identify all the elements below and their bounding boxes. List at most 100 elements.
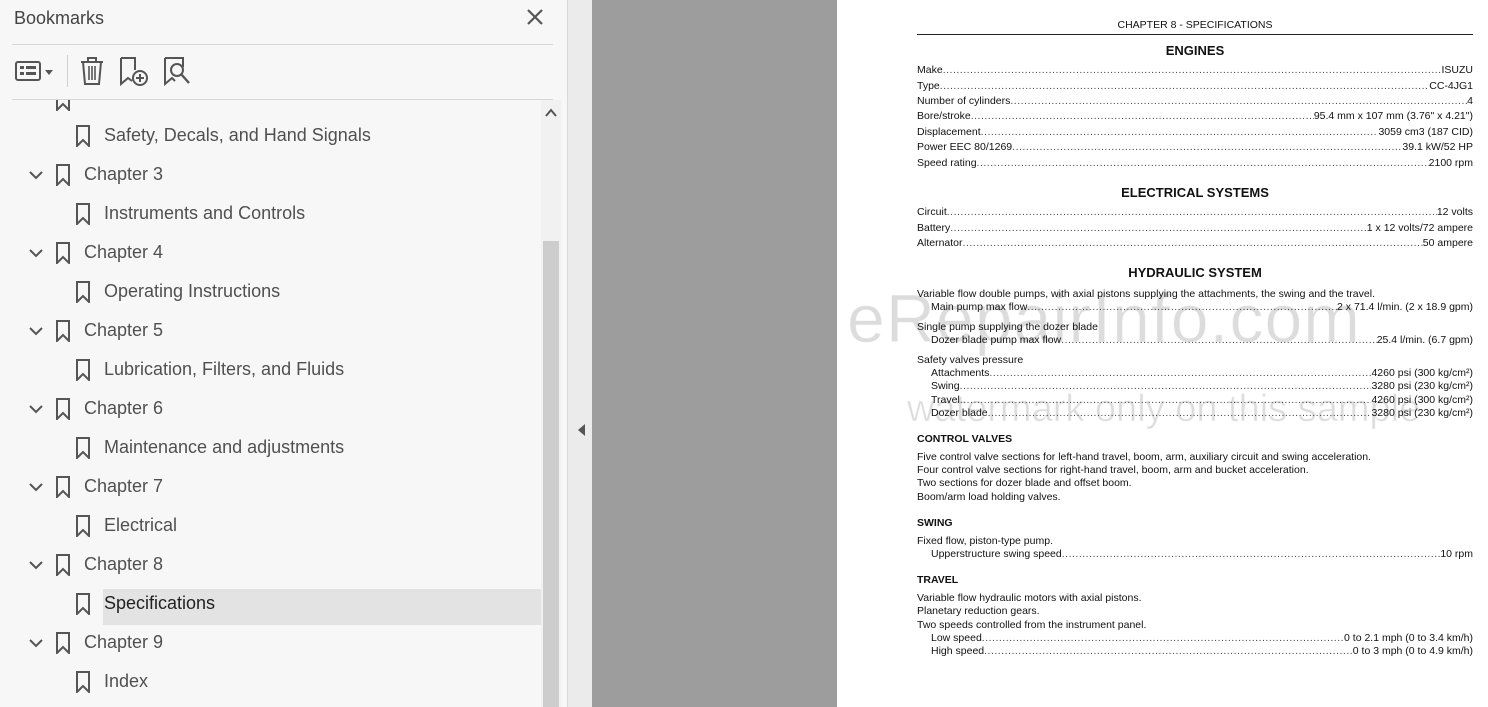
bookmark-item[interactable]: Safety, Decals, and Hand Signals: [0, 118, 541, 154]
bookmark-label: Lubrication, Filters, and Fluids: [104, 359, 345, 379]
spec-row: Upperstructure swing speed 10 rpm: [917, 548, 1473, 561]
bookmark-tree: Safety, Decals, and Hand Signals Chapter…: [0, 100, 541, 707]
spec-key: High speed: [931, 645, 985, 657]
bookmark-item[interactable]: Operating Instructions: [0, 274, 541, 310]
spec-value: 3059 cm3 (187 CID): [1378, 126, 1473, 138]
bookmark-icon: [56, 398, 70, 420]
bookmark-item[interactable]: Chapter 6: [0, 391, 541, 427]
bookmark-icon: [76, 359, 90, 381]
dot-leader: [1062, 548, 1441, 561]
control-valves-line: Two sections for dozer blade and offset …: [917, 477, 1132, 489]
chevron-down-icon[interactable]: [27, 556, 45, 574]
spec-key: Travel: [931, 394, 960, 406]
collapse-panel-icon[interactable]: [576, 423, 586, 437]
scrollbar-thumb[interactable]: [543, 241, 559, 707]
bookmark-label: Electrical: [104, 515, 178, 535]
spec-key: Make: [917, 64, 943, 76]
dot-leader: [977, 157, 1429, 170]
bookmark-item[interactable]: Index: [0, 664, 541, 700]
spec-row: Swing 3280 psi (230 kg/cm²): [917, 380, 1473, 393]
bookmark-label: Chapter 7: [84, 476, 164, 496]
spec-row: Number of cylinders 4: [917, 95, 1473, 108]
bookmark-scrollbar[interactable]: [541, 100, 561, 707]
bookmark-label: Chapter 3: [84, 164, 164, 184]
spec-key: Speed rating: [917, 157, 977, 169]
spec-row: Dozer blade 3280 psi (230 kg/cm²): [917, 407, 1473, 420]
chevron-down-icon[interactable]: [27, 322, 45, 340]
bookmark-label: Index: [104, 671, 149, 691]
delete-bookmark-button[interactable]: [78, 54, 106, 88]
chevron-down-icon[interactable]: [27, 166, 45, 184]
spec-key: Type: [917, 80, 940, 92]
control-valves-line: Five control valve sections for left-han…: [917, 451, 1372, 463]
bookmark-label: Instruments and Controls: [104, 203, 306, 223]
bookmark-icon: [76, 671, 90, 693]
spec-key: Attachments: [931, 367, 990, 379]
dot-leader: [960, 380, 1372, 393]
travel-line: Variable flow hydraulic motors with axia…: [917, 592, 1142, 604]
bookmark-item[interactable]: Chapter 9: [0, 625, 541, 661]
chevron-down-icon[interactable]: [27, 634, 45, 652]
chevron-down-icon[interactable]: [27, 478, 45, 496]
section-title-engines: ENGINES: [1165, 43, 1225, 58]
spec-value: 10 rpm: [1440, 548, 1473, 560]
bookmark-item[interactable]: Chapter 4: [0, 235, 541, 271]
find-bookmark-button[interactable]: [162, 54, 194, 88]
chevron-down-icon[interactable]: [27, 400, 45, 418]
new-bookmark-button[interactable]: [118, 54, 150, 88]
spec-value: 1 x 12 volts/72 ampere: [1366, 222, 1473, 234]
list-options-icon: [15, 61, 53, 81]
spec-row: Speed rating 2100 rpm: [917, 157, 1473, 170]
dot-leader: [989, 367, 1371, 380]
dot-leader: [963, 237, 1423, 250]
spec-key: Displacement: [917, 126, 981, 138]
bookmark-item[interactable]: Electrical: [0, 508, 541, 544]
bookmark-item-selected[interactable]: Specifications: [0, 586, 541, 622]
bookmark-label: Chapter 9: [84, 632, 164, 652]
chevron-down-icon[interactable]: [27, 244, 45, 262]
document-background: [592, 0, 837, 707]
swing-line: Fixed flow, piston-type pump.: [917, 535, 1053, 547]
scroll-up-icon[interactable]: [545, 108, 557, 118]
bookmark-item[interactable]: Maintenance and adjustments: [0, 430, 541, 466]
document-page[interactable]: eRepairInfo.com watermark only on this s…: [837, 0, 1488, 707]
bookmark-icon: [56, 554, 70, 576]
hydraulic-pumps-text: Variable flow double pumps, with axial p…: [917, 288, 1375, 300]
bookmark-item-partial[interactable]: [0, 100, 541, 118]
spec-key: Low speed: [931, 632, 982, 644]
bookmark-icon: [76, 593, 90, 615]
bookmark-item[interactable]: Chapter 5: [0, 313, 541, 349]
bookmark-label: Chapter 8: [84, 554, 164, 574]
spec-row: Power EEC 80/1269 39.1 kW/52 HP: [917, 141, 1473, 154]
close-panel-button[interactable]: [524, 6, 546, 28]
bookmark-item[interactable]: Instruments and Controls: [0, 196, 541, 232]
bookmark-icon: [76, 281, 90, 303]
spec-value: ISUZU: [1441, 64, 1474, 76]
bookmark-icon: [76, 437, 90, 459]
header-divider: [12, 44, 553, 45]
section-title-travel: TRAVEL: [917, 574, 959, 586]
section-title-hydraulic: HYDRAULIC SYSTEM: [1128, 265, 1262, 280]
panel-splitter[interactable]: [567, 0, 592, 707]
bookmark-item[interactable]: Chapter 7: [0, 469, 541, 505]
bookmark-label: Maintenance and adjustments: [104, 437, 345, 457]
spec-key: Number of cylinders: [917, 95, 1011, 107]
spec-key: Swing: [931, 380, 960, 392]
bookmark-item[interactable]: Chapter 8: [0, 547, 541, 583]
trash-icon: [81, 57, 103, 85]
spec-key: Power EEC 80/1269: [917, 141, 1013, 153]
dot-leader: [981, 126, 1379, 139]
spec-row: Battery 1 x 12 volts/72 ampere: [917, 222, 1473, 235]
bookmark-item[interactable]: Lubrication, Filters, and Fluids: [0, 352, 541, 388]
page-header: CHAPTER 8 - SPECIFICATIONS: [1117, 19, 1273, 31]
spec-row: Displacement 3059 cm3 (187 CID): [917, 126, 1473, 139]
spec-key: Circuit: [917, 206, 947, 218]
dot-leader: [1012, 141, 1402, 154]
spec-value: 0 to 2.1 mph (0 to 3.4 km/h): [1344, 632, 1473, 644]
options-menu-button[interactable]: [14, 54, 56, 88]
spec-value: CC-4JG1: [1429, 80, 1473, 92]
bookmark-search-icon: [164, 57, 190, 87]
spec-row: Alternator 50 ampere: [917, 237, 1473, 250]
bookmark-item[interactable]: Chapter 3: [0, 157, 541, 193]
spec-value: 39.1 kW/52 HP: [1402, 141, 1473, 153]
